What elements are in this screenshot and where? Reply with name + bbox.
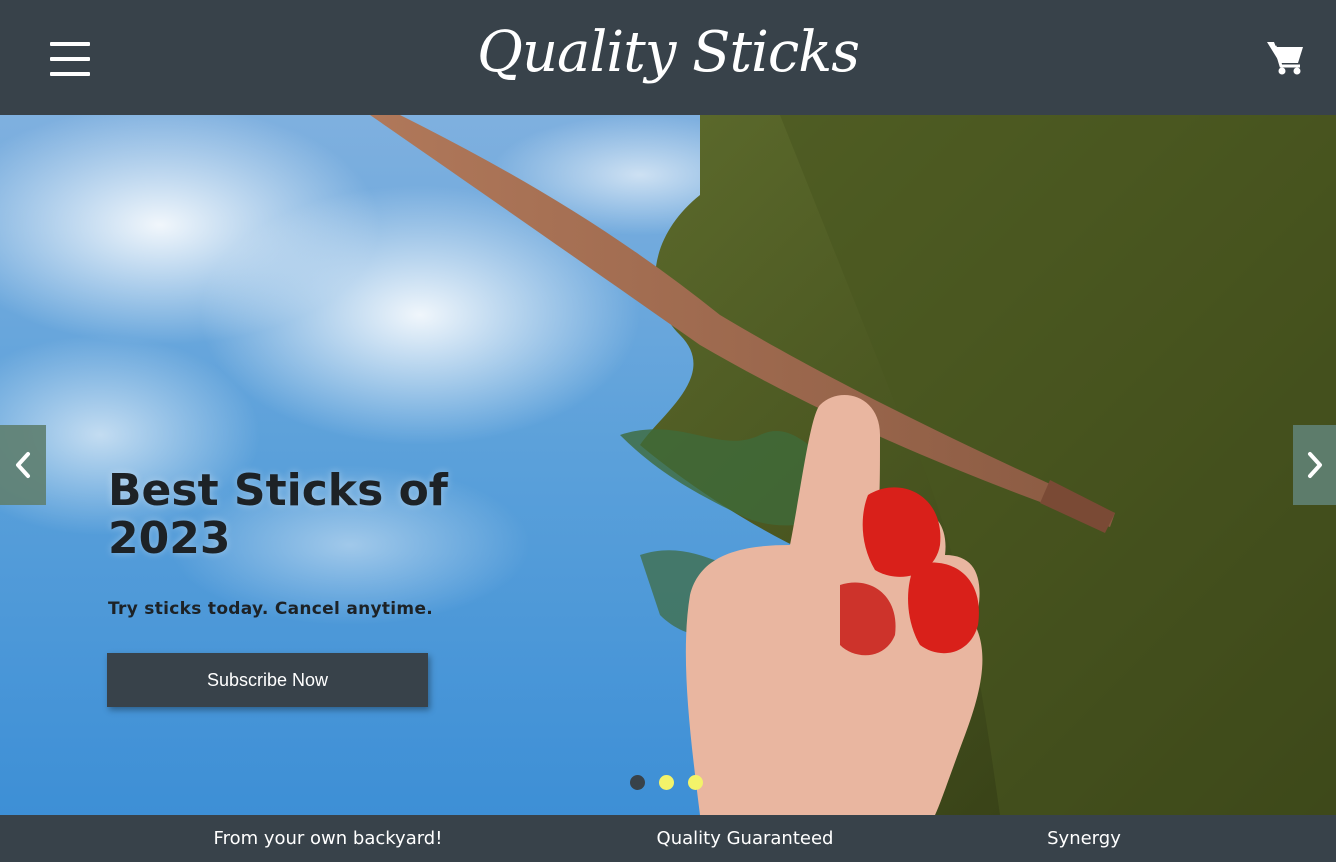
feature-bar: From your own backyard! Quality Guarante…: [0, 815, 1336, 862]
feature-backyard: From your own backyard!: [213, 828, 443, 849]
chevron-left-icon: [16, 452, 30, 478]
feature-quality-guaranteed: Quality Guaranteed: [656, 828, 834, 849]
slide-indicator-1[interactable]: [630, 775, 645, 790]
site-logo[interactable]: Quality Sticks: [0, 8, 1336, 98]
hero-slider: Best Sticks of 2023 Try sticks today. Ca…: [0, 115, 1336, 815]
feature-synergy: Synergy: [1047, 828, 1121, 849]
hero-title: Best Sticks of 2023: [108, 465, 448, 564]
site-header: Quality Sticks: [0, 0, 1336, 115]
slide-indicator-3[interactable]: [688, 775, 703, 790]
hamburger-menu-icon[interactable]: [50, 42, 90, 78]
shopping-cart-icon[interactable]: [1266, 40, 1306, 76]
chevron-right-icon: [1307, 452, 1322, 478]
slide-indicators: [630, 775, 703, 791]
hero-subtitle: Try sticks today. Cancel anytime.: [108, 599, 434, 619]
slide-indicator-2[interactable]: [659, 775, 674, 790]
slider-prev-button[interactable]: [0, 425, 46, 505]
subscribe-now-button[interactable]: Subscribe Now: [107, 653, 428, 707]
slider-next-button[interactable]: [1293, 425, 1336, 505]
